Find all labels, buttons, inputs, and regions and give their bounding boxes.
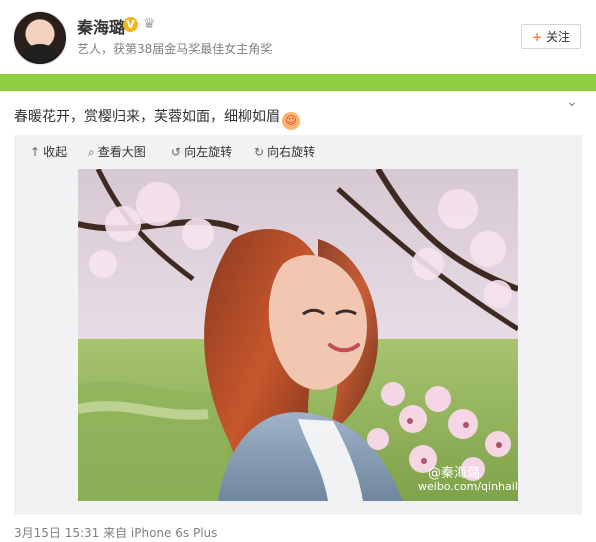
verified-badge-icon: V [123, 17, 138, 32]
user-name[interactable]: 秦海璐 [77, 14, 125, 38]
collapse-button[interactable]: ↑ 收起 [30, 144, 67, 160]
view-large-button[interactable]: ⌕ 查看大图 [88, 144, 146, 160]
user-bio: 艺人，获第38届金马奖最佳女主角奖 [77, 42, 273, 56]
follow-button[interactable]: + 关注 [521, 24, 581, 49]
media-toolbar: ↑ 收起 ⌕ 查看大图 ↺ 向左旋转 ↻ 向右旋转 [14, 135, 582, 169]
rotate-right-button[interactable]: ↻ 向右旋转 [254, 144, 315, 160]
collapse-icon: ↑ [30, 145, 41, 159]
plus-icon: + [531, 30, 543, 44]
watermark-name: @秦海璐 [428, 466, 481, 481]
post-text: 春暖花开，赏樱归来，芙蓉如面，细柳如眉 ☺ [14, 106, 300, 130]
media-panel: ↑ 收起 ⌕ 查看大图 ↺ 向左旋转 ↻ 向右旋转 @秦海璐 weibo.com… [14, 135, 582, 515]
rotate-left-button[interactable]: ↺ 向左旋转 [171, 144, 232, 160]
post-text-content: 春暖花开，赏樱归来，芙蓉如面，细柳如眉 [14, 109, 280, 125]
post-timestamp[interactable]: 3月15日 15:31 来自 iPhone 6s Plus [14, 524, 217, 541]
smiley-emoji-icon: ☺ [282, 112, 300, 130]
magnifier-icon: ⌕ [88, 145, 95, 159]
crown-icon: ♛ [143, 16, 156, 32]
view-large-label: 查看大图 [97, 145, 146, 159]
green-divider [0, 74, 596, 91]
rotate-right-label: 向右旋转 [267, 145, 316, 159]
rotate-left-icon: ↺ [171, 145, 182, 159]
avatar[interactable] [13, 11, 67, 65]
collapse-label: 收起 [43, 145, 68, 159]
rotate-left-label: 向左旋转 [184, 145, 233, 159]
weibo-header: 秦海璐 V ♛ 艺人，获第38届金马奖最佳女主角奖 + 关注 [0, 0, 596, 74]
photo-illustration [78, 169, 518, 501]
post-photo[interactable]: @秦海璐 weibo.com/qinhailu [78, 169, 518, 501]
watermark-url: weibo.com/qinhailu [418, 480, 518, 493]
follow-label: 关注 [546, 30, 571, 44]
rotate-right-icon: ↻ [254, 145, 265, 159]
chevron-down-icon[interactable]: ⌄ [566, 95, 584, 109]
